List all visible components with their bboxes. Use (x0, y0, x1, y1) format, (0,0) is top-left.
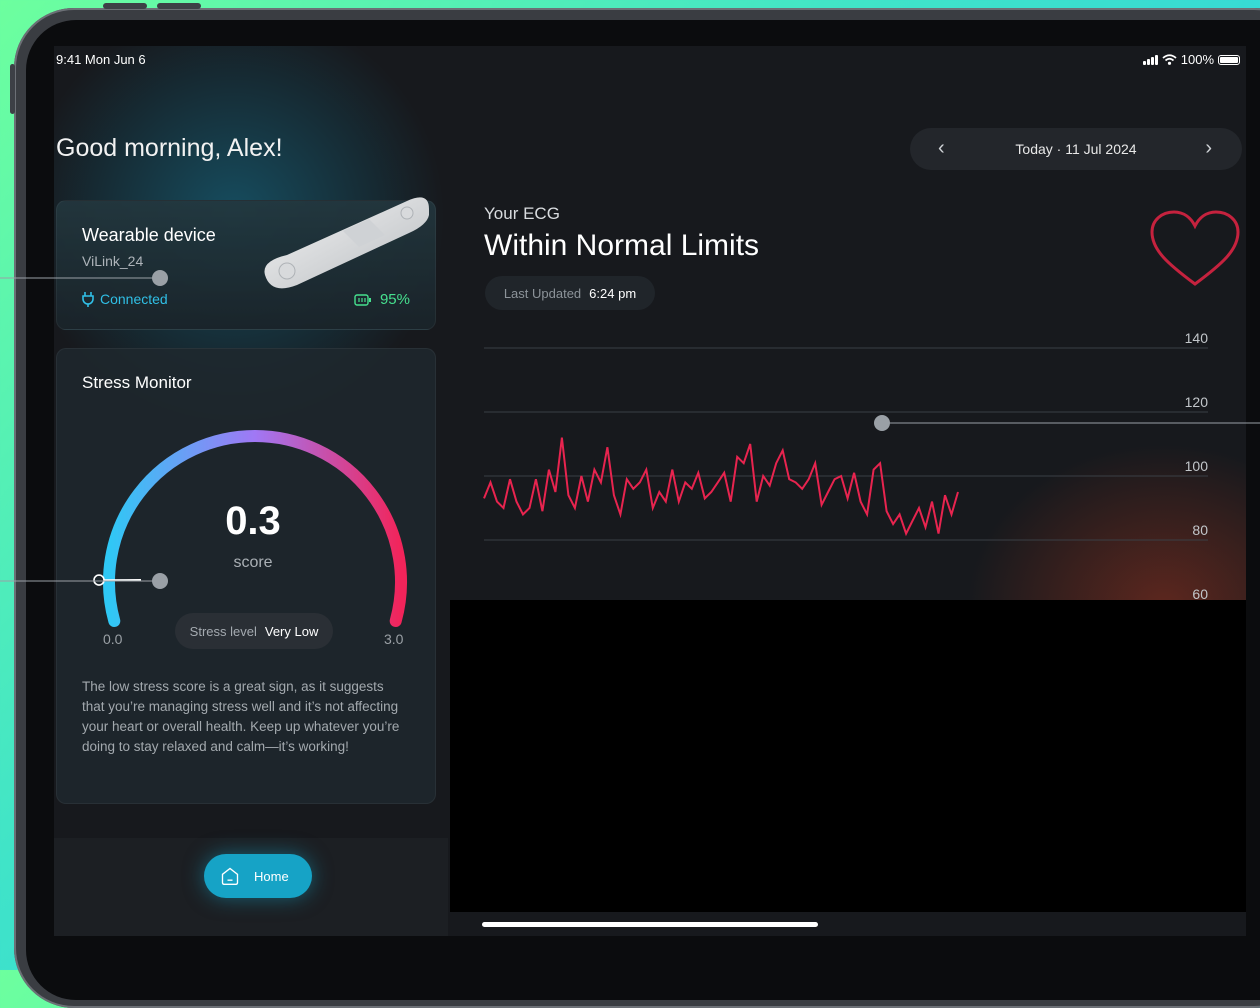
annotation-dot (152, 270, 168, 286)
bottom-nav: Home (54, 838, 448, 936)
gauge-max-label: 3.0 (384, 631, 403, 647)
redacted-area (450, 600, 1246, 912)
y-tick-label: 80 (1192, 522, 1208, 538)
last-updated-value: 6:24 pm (589, 286, 636, 301)
y-tick-label: 140 (1185, 330, 1209, 346)
chevron-right-icon[interactable]: › (1205, 137, 1212, 160)
app-screen: 9:41 Mon Jun 6 100% Good morning, Alex! … (54, 46, 1246, 936)
stress-level-badge: Stress level Very Low (175, 613, 333, 649)
wearable-device-image (257, 195, 433, 295)
signal-icon (1143, 55, 1158, 65)
ecg-chart: 1401201008060 (482, 326, 1242, 616)
volume-button-up (103, 3, 147, 9)
device-name: ViLink_24 (82, 253, 143, 269)
wifi-icon (1162, 54, 1177, 65)
gauge-min-label: 0.0 (103, 631, 122, 647)
ecg-series-line (484, 438, 958, 534)
status-bar: 9:41 Mon Jun 6 100% (56, 52, 1240, 68)
annotation-lines-left (0, 270, 170, 590)
home-button-label: Home (254, 869, 289, 884)
y-tick-label: 100 (1185, 458, 1209, 474)
home-button[interactable]: Home (204, 854, 312, 898)
annotation-dot (874, 415, 890, 431)
stress-description: The low stress score is a great sign, as… (82, 677, 402, 757)
battery-level-icon (354, 294, 372, 306)
page-title: Good morning, Alex! (56, 134, 283, 163)
home-indicator[interactable] (482, 922, 818, 927)
date-navigator: ‹ Today · 11 Jul 2024 › (910, 128, 1242, 170)
home-icon (220, 866, 240, 886)
status-right: 100% (1143, 52, 1240, 67)
last-updated-badge: Last Updated 6:24 pm (485, 276, 655, 310)
battery-percent: 100% (1181, 52, 1214, 67)
volume-button-down (157, 3, 201, 9)
status-time: 9:41 Mon Jun 6 (56, 52, 146, 67)
stress-level-key: Stress level (190, 624, 257, 639)
annotation-dot (152, 573, 168, 589)
top-button (10, 64, 15, 114)
battery-icon (1218, 55, 1240, 65)
date-label: Today · 11 Jul 2024 (910, 141, 1242, 157)
y-tick-label: 120 (1185, 394, 1209, 410)
ecg-title: Within Normal Limits (484, 229, 759, 263)
ecg-subtitle: Your ECG (484, 204, 560, 224)
heart-icon (1148, 208, 1242, 290)
last-updated-key: Last Updated (504, 286, 581, 301)
annotation-line-right (872, 414, 1260, 434)
stress-level-value: Very Low (265, 624, 318, 639)
device-card-title: Wearable device (82, 225, 216, 246)
